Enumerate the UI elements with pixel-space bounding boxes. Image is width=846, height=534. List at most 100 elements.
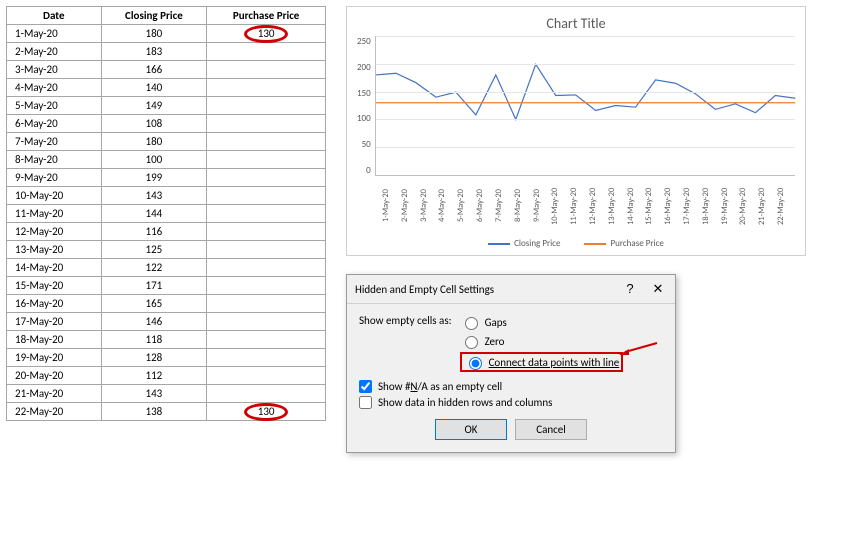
cell-date[interactable]: 7-May-20 bbox=[7, 133, 102, 151]
table-row[interactable]: 10-May-20143 bbox=[7, 187, 326, 205]
table-row[interactable]: 14-May-20122 bbox=[7, 259, 326, 277]
table-row[interactable]: 12-May-20116 bbox=[7, 223, 326, 241]
table-row[interactable]: 5-May-20149 bbox=[7, 97, 326, 115]
cell-date[interactable]: 17-May-20 bbox=[7, 313, 102, 331]
cell-closing[interactable]: 122 bbox=[101, 259, 207, 277]
cell-date[interactable]: 3-May-20 bbox=[7, 61, 102, 79]
col-header[interactable]: Closing Price bbox=[101, 7, 207, 25]
cell-closing[interactable]: 165 bbox=[101, 295, 207, 313]
cell-closing[interactable]: 144 bbox=[101, 205, 207, 223]
cell-purchase[interactable] bbox=[207, 61, 326, 79]
cell-date[interactable]: 16-May-20 bbox=[7, 295, 102, 313]
col-header[interactable]: Date bbox=[7, 7, 102, 25]
help-icon[interactable]: ? bbox=[621, 281, 639, 297]
cell-closing[interactable]: 166 bbox=[101, 61, 207, 79]
table-row[interactable]: 20-May-20112 bbox=[7, 367, 326, 385]
cell-closing[interactable]: 140 bbox=[101, 79, 207, 97]
table-row[interactable]: 8-May-20100 bbox=[7, 151, 326, 169]
table-row[interactable]: 21-May-20143 bbox=[7, 385, 326, 403]
table-row[interactable]: 15-May-20171 bbox=[7, 277, 326, 295]
table-row[interactable]: 16-May-20165 bbox=[7, 295, 326, 313]
cell-purchase[interactable] bbox=[207, 349, 326, 367]
cell-purchase[interactable] bbox=[207, 133, 326, 151]
cell-closing[interactable]: 138 bbox=[101, 403, 207, 421]
cell-date[interactable]: 12-May-20 bbox=[7, 223, 102, 241]
cell-purchase[interactable] bbox=[207, 151, 326, 169]
cell-closing[interactable]: 143 bbox=[101, 385, 207, 403]
cell-purchase[interactable] bbox=[207, 79, 326, 97]
cell-date[interactable]: 22-May-20 bbox=[7, 403, 102, 421]
cell-purchase[interactable] bbox=[207, 277, 326, 295]
cell-closing[interactable]: 128 bbox=[101, 349, 207, 367]
cell-closing[interactable]: 116 bbox=[101, 223, 207, 241]
table-row[interactable]: 17-May-20146 bbox=[7, 313, 326, 331]
cell-date[interactable]: 6-May-20 bbox=[7, 115, 102, 133]
radio-connect[interactable] bbox=[469, 357, 482, 370]
cell-purchase[interactable] bbox=[207, 115, 326, 133]
chart[interactable]: Chart Title 250200150100500 1-May-202-Ma… bbox=[346, 6, 806, 256]
cell-date[interactable]: 10-May-20 bbox=[7, 187, 102, 205]
table-row[interactable]: 19-May-20128 bbox=[7, 349, 326, 367]
cell-closing[interactable]: 183 bbox=[101, 43, 207, 61]
table-row[interactable]: 6-May-20108 bbox=[7, 115, 326, 133]
col-header[interactable]: Purchase Price bbox=[207, 7, 326, 25]
cell-purchase[interactable] bbox=[207, 295, 326, 313]
cell-closing[interactable]: 199 bbox=[101, 169, 207, 187]
cell-closing[interactable]: 100 bbox=[101, 151, 207, 169]
cell-purchase[interactable] bbox=[207, 205, 326, 223]
cell-purchase[interactable]: 130 bbox=[207, 403, 326, 421]
radio-gaps[interactable] bbox=[465, 317, 478, 330]
cell-date[interactable]: 11-May-20 bbox=[7, 205, 102, 223]
cell-purchase[interactable] bbox=[207, 331, 326, 349]
cell-date[interactable]: 5-May-20 bbox=[7, 97, 102, 115]
ok-button[interactable]: OK bbox=[435, 419, 507, 440]
cell-closing[interactable]: 180 bbox=[101, 133, 207, 151]
table-row[interactable]: 7-May-20180 bbox=[7, 133, 326, 151]
cell-closing[interactable]: 112 bbox=[101, 367, 207, 385]
cell-date[interactable]: 18-May-20 bbox=[7, 331, 102, 349]
cell-date[interactable]: 1-May-20 bbox=[7, 25, 102, 43]
cell-closing[interactable]: 180 bbox=[101, 25, 207, 43]
cell-date[interactable]: 13-May-20 bbox=[7, 241, 102, 259]
cell-closing[interactable]: 125 bbox=[101, 241, 207, 259]
cell-purchase[interactable] bbox=[207, 223, 326, 241]
cell-date[interactable]: 4-May-20 bbox=[7, 79, 102, 97]
cell-date[interactable]: 15-May-20 bbox=[7, 277, 102, 295]
cancel-button[interactable]: Cancel bbox=[515, 419, 587, 440]
price-table[interactable]: DateClosing PricePurchase Price 1-May-20… bbox=[6, 6, 326, 421]
cell-purchase[interactable] bbox=[207, 43, 326, 61]
cell-date[interactable]: 8-May-20 bbox=[7, 151, 102, 169]
cell-purchase[interactable] bbox=[207, 169, 326, 187]
cell-date[interactable]: 20-May-20 bbox=[7, 367, 102, 385]
cell-closing[interactable]: 146 bbox=[101, 313, 207, 331]
cell-date[interactable]: 19-May-20 bbox=[7, 349, 102, 367]
cell-date[interactable]: 9-May-20 bbox=[7, 169, 102, 187]
cell-date[interactable]: 2-May-20 bbox=[7, 43, 102, 61]
cell-purchase[interactable] bbox=[207, 187, 326, 205]
cell-purchase[interactable] bbox=[207, 259, 326, 277]
cell-closing[interactable]: 149 bbox=[101, 97, 207, 115]
cell-closing[interactable]: 118 bbox=[101, 331, 207, 349]
checkbox-na-empty[interactable] bbox=[359, 380, 372, 393]
legend-item[interactable]: Closing Price bbox=[488, 238, 560, 249]
cell-closing[interactable]: 108 bbox=[101, 115, 207, 133]
cell-purchase[interactable]: 130 bbox=[207, 25, 326, 43]
cell-purchase[interactable] bbox=[207, 367, 326, 385]
cell-date[interactable]: 21-May-20 bbox=[7, 385, 102, 403]
table-row[interactable]: 13-May-20125 bbox=[7, 241, 326, 259]
cell-purchase[interactable] bbox=[207, 313, 326, 331]
cell-date[interactable]: 14-May-20 bbox=[7, 259, 102, 277]
table-row[interactable]: 22-May-20138130 bbox=[7, 403, 326, 421]
table-row[interactable]: 2-May-20183 bbox=[7, 43, 326, 61]
cell-closing[interactable]: 143 bbox=[101, 187, 207, 205]
table-row[interactable]: 11-May-20144 bbox=[7, 205, 326, 223]
cell-purchase[interactable] bbox=[207, 97, 326, 115]
table-row[interactable]: 9-May-20199 bbox=[7, 169, 326, 187]
table-row[interactable]: 1-May-20180130 bbox=[7, 25, 326, 43]
legend-item[interactable]: Purchase Price bbox=[584, 238, 663, 249]
close-icon[interactable]: ✕ bbox=[649, 281, 667, 297]
checkbox-hidden-rows[interactable] bbox=[359, 396, 372, 409]
table-row[interactable]: 4-May-20140 bbox=[7, 79, 326, 97]
table-row[interactable]: 18-May-20118 bbox=[7, 331, 326, 349]
plot-area[interactable] bbox=[375, 36, 795, 176]
